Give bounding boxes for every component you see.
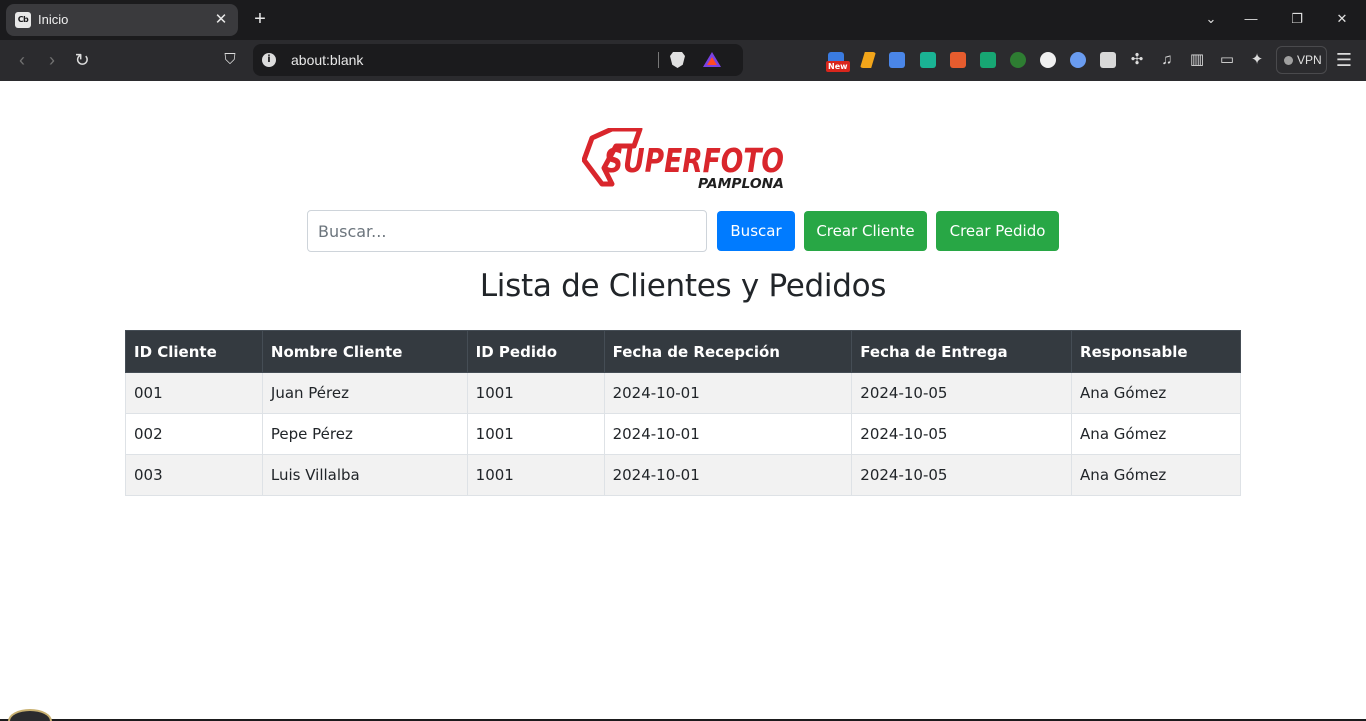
sidebar-icon[interactable]: ▥ xyxy=(1187,50,1207,70)
url-divider xyxy=(658,52,659,68)
column-header: Nombre Cliente xyxy=(261,330,468,373)
brave-shields-icon[interactable] xyxy=(670,52,685,68)
table-header-row: ID Cliente Nombre Cliente ID Pedido Fech… xyxy=(125,330,1241,373)
table-cell: Luis Villalba xyxy=(261,454,468,496)
browser-tab-bar: Cb Inicio ✕ + ⌄ — ❐ ✕ xyxy=(0,0,1366,40)
extension-blue-circle-icon[interactable] xyxy=(1070,52,1086,68)
column-header: Fecha de Entrega xyxy=(851,330,1073,373)
superfoto-logo: SUPERFOTO PAMPLONA xyxy=(582,128,784,190)
page-title: Lista de Clientes y Pedidos xyxy=(479,268,887,304)
column-header: Fecha de Recepción xyxy=(603,330,853,373)
table-cell: 1001 xyxy=(466,454,605,496)
wallet-icon[interactable]: ▭ xyxy=(1217,50,1237,70)
extension-chatgpt-icon[interactable] xyxy=(980,52,996,68)
table-row: 001 Juan Pérez 1001 2024-10-01 2024-10-0… xyxy=(125,372,1241,414)
leo-ai-icon[interactable]: ✦ xyxy=(1247,50,1267,70)
table-cell: 1001 xyxy=(466,413,605,455)
tab-search-chevron-icon[interactable]: ⌄ xyxy=(1200,8,1222,30)
extension-translate-icon[interactable] xyxy=(889,52,905,68)
create-client-button[interactable]: Crear Cliente xyxy=(804,211,927,251)
table-cell: 2024-10-01 xyxy=(603,413,853,455)
logo-main-text: SUPERFOTO xyxy=(604,141,784,180)
back-icon[interactable]: ‹ xyxy=(11,49,33,71)
avatar[interactable] xyxy=(8,709,52,721)
table-cell: 2024-10-01 xyxy=(603,454,853,496)
extension-download-icon[interactable] xyxy=(1010,52,1026,68)
column-header: ID Cliente xyxy=(125,330,263,373)
search-input[interactable] xyxy=(307,210,707,252)
site-info-icon[interactable]: i xyxy=(262,53,276,67)
table-cell: Juan Pérez xyxy=(261,372,468,414)
url-text[interactable]: about:blank xyxy=(291,52,363,68)
clients-orders-table: ID Cliente Nombre Cliente ID Pedido Fech… xyxy=(125,330,1241,496)
table-cell: Ana Gómez xyxy=(1071,454,1241,496)
table-cell: 002 xyxy=(125,413,263,455)
new-tab-icon[interactable]: + xyxy=(249,8,271,30)
column-header: ID Pedido xyxy=(466,330,605,373)
extensions-puzzle-icon[interactable]: ✣ xyxy=(1127,50,1147,70)
tab-close-icon[interactable]: ✕ xyxy=(212,11,230,29)
forward-icon[interactable]: › xyxy=(41,49,63,71)
table-cell: Pepe Pérez xyxy=(261,413,468,455)
table-cell: 1001 xyxy=(466,372,605,414)
extension-gram-icon[interactable] xyxy=(1040,52,1056,68)
table-cell: 2024-10-05 xyxy=(851,454,1073,496)
table-cell: 2024-10-01 xyxy=(603,372,853,414)
bookmark-icon[interactable]: ⛉ xyxy=(219,49,241,71)
extension-orange-icon[interactable] xyxy=(950,52,966,68)
minimize-icon[interactable]: — xyxy=(1240,8,1262,30)
restore-icon[interactable]: ❐ xyxy=(1286,8,1308,30)
table-cell: Ana Gómez xyxy=(1071,413,1241,455)
table-row: 002 Pepe Pérez 1001 2024-10-01 2024-10-0… xyxy=(125,413,1241,455)
brave-rewards-icon[interactable] xyxy=(703,52,721,67)
media-music-icon[interactable]: ♫ xyxy=(1157,50,1177,70)
menu-hamburger-icon[interactable]: ☰ xyxy=(1334,50,1354,70)
vpn-label: VPN xyxy=(1297,53,1322,67)
table-cell: 001 xyxy=(125,372,263,414)
create-order-button[interactable]: Crear Pedido xyxy=(936,211,1059,251)
vpn-status-icon xyxy=(1284,56,1293,65)
extension-printer-icon[interactable] xyxy=(1100,52,1116,68)
tab-title: Inicio xyxy=(38,12,69,27)
reload-icon[interactable]: ↻ xyxy=(71,49,93,71)
window-close-icon[interactable]: ✕ xyxy=(1331,8,1353,30)
extension-new-badge: New xyxy=(826,61,850,72)
browser-tab[interactable]: Cb Inicio ✕ xyxy=(6,4,238,36)
extension-teal-icon[interactable] xyxy=(920,52,936,68)
tab-favicon-icon: Cb xyxy=(15,12,31,28)
table-cell: 2024-10-05 xyxy=(851,372,1073,414)
table-cell: 003 xyxy=(125,454,263,496)
extension-slash-icon[interactable] xyxy=(860,52,876,68)
column-header: Responsable xyxy=(1071,330,1241,373)
logo-sub-text: PAMPLONA xyxy=(698,177,784,190)
table-row: 003 Luis Villalba 1001 2024-10-01 2024-1… xyxy=(125,454,1241,496)
table-cell: Ana Gómez xyxy=(1071,372,1241,414)
table-cell: 2024-10-05 xyxy=(851,413,1073,455)
address-bar[interactable]: i about:blank xyxy=(253,44,743,76)
browser-toolbar: ‹ › ↻ ⛉ i about:blank ✣ ♫ ▥ ▭ ✦ VPN ☰ xyxy=(0,40,1366,81)
search-button[interactable]: Buscar xyxy=(717,211,795,251)
vpn-button[interactable]: VPN xyxy=(1276,46,1327,74)
